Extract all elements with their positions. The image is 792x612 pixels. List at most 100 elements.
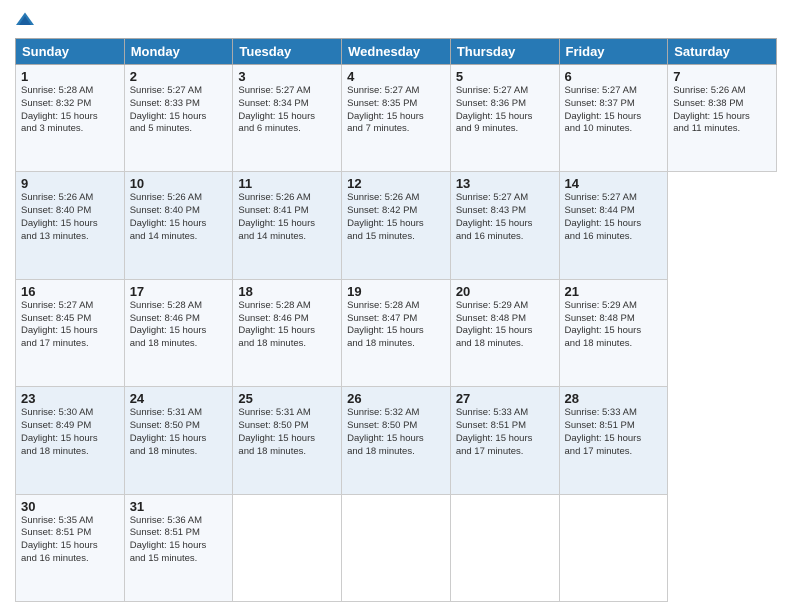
week-row-0: 1Sunrise: 5:28 AMSunset: 8:32 PMDaylight… <box>16 65 777 172</box>
day-cell: 10Sunrise: 5:26 AMSunset: 8:40 PMDayligh… <box>124 172 233 279</box>
day-cell: 19Sunrise: 5:28 AMSunset: 8:47 PMDayligh… <box>342 279 451 386</box>
day-number: 31 <box>130 499 228 514</box>
day-cell: 7Sunrise: 5:26 AMSunset: 8:38 PMDaylight… <box>668 65 777 172</box>
day-info: Sunrise: 5:29 AMSunset: 8:48 PMDaylight:… <box>565 300 663 351</box>
day-info: Sunrise: 5:27 AMSunset: 8:37 PMDaylight:… <box>565 85 663 136</box>
day-info: Sunrise: 5:27 AMSunset: 8:34 PMDaylight:… <box>238 85 336 136</box>
day-cell: 21Sunrise: 5:29 AMSunset: 8:48 PMDayligh… <box>559 279 668 386</box>
day-cell: 16Sunrise: 5:27 AMSunset: 8:45 PMDayligh… <box>16 279 125 386</box>
day-info: Sunrise: 5:36 AMSunset: 8:51 PMDaylight:… <box>130 515 228 566</box>
day-info: Sunrise: 5:28 AMSunset: 8:46 PMDaylight:… <box>238 300 336 351</box>
header-day-sunday: Sunday <box>16 39 125 65</box>
day-cell: 18Sunrise: 5:28 AMSunset: 8:46 PMDayligh… <box>233 279 342 386</box>
day-number: 27 <box>456 391 554 406</box>
day-number: 13 <box>456 176 554 191</box>
day-number: 16 <box>21 284 119 299</box>
header-day-thursday: Thursday <box>450 39 559 65</box>
day-info: Sunrise: 5:30 AMSunset: 8:49 PMDaylight:… <box>21 407 119 458</box>
day-cell: 2Sunrise: 5:27 AMSunset: 8:33 PMDaylight… <box>124 65 233 172</box>
day-info: Sunrise: 5:27 AMSunset: 8:33 PMDaylight:… <box>130 85 228 136</box>
day-info: Sunrise: 5:27 AMSunset: 8:44 PMDaylight:… <box>565 192 663 243</box>
day-cell: 24Sunrise: 5:31 AMSunset: 8:50 PMDayligh… <box>124 387 233 494</box>
day-number: 21 <box>565 284 663 299</box>
header-day-wednesday: Wednesday <box>342 39 451 65</box>
day-info: Sunrise: 5:33 AMSunset: 8:51 PMDaylight:… <box>565 407 663 458</box>
day-cell: 31Sunrise: 5:36 AMSunset: 8:51 PMDayligh… <box>124 494 233 601</box>
day-number: 17 <box>130 284 228 299</box>
day-info: Sunrise: 5:26 AMSunset: 8:40 PMDaylight:… <box>130 192 228 243</box>
header-day-saturday: Saturday <box>668 39 777 65</box>
day-cell: 3Sunrise: 5:27 AMSunset: 8:34 PMDaylight… <box>233 65 342 172</box>
day-info: Sunrise: 5:33 AMSunset: 8:51 PMDaylight:… <box>456 407 554 458</box>
day-number: 12 <box>347 176 445 191</box>
day-cell: 12Sunrise: 5:26 AMSunset: 8:42 PMDayligh… <box>342 172 451 279</box>
day-number: 24 <box>130 391 228 406</box>
day-info: Sunrise: 5:31 AMSunset: 8:50 PMDaylight:… <box>238 407 336 458</box>
week-row-1: 9Sunrise: 5:26 AMSunset: 8:40 PMDaylight… <box>16 172 777 279</box>
page: SundayMondayTuesdayWednesdayThursdayFrid… <box>0 0 792 612</box>
week-row-3: 23Sunrise: 5:30 AMSunset: 8:49 PMDayligh… <box>16 387 777 494</box>
day-cell: 5Sunrise: 5:27 AMSunset: 8:36 PMDaylight… <box>450 65 559 172</box>
header-row: SundayMondayTuesdayWednesdayThursdayFrid… <box>16 39 777 65</box>
day-cell: 30Sunrise: 5:35 AMSunset: 8:51 PMDayligh… <box>16 494 125 601</box>
day-number: 25 <box>238 391 336 406</box>
day-number: 14 <box>565 176 663 191</box>
day-number: 10 <box>130 176 228 191</box>
header-day-tuesday: Tuesday <box>233 39 342 65</box>
day-info: Sunrise: 5:29 AMSunset: 8:48 PMDaylight:… <box>456 300 554 351</box>
day-cell: 6Sunrise: 5:27 AMSunset: 8:37 PMDaylight… <box>559 65 668 172</box>
day-number: 6 <box>565 69 663 84</box>
day-cell <box>342 494 451 601</box>
day-number: 1 <box>21 69 119 84</box>
week-row-4: 30Sunrise: 5:35 AMSunset: 8:51 PMDayligh… <box>16 494 777 601</box>
header-day-monday: Monday <box>124 39 233 65</box>
day-cell: 13Sunrise: 5:27 AMSunset: 8:43 PMDayligh… <box>450 172 559 279</box>
calendar-table: SundayMondayTuesdayWednesdayThursdayFrid… <box>15 38 777 602</box>
day-info: Sunrise: 5:26 AMSunset: 8:40 PMDaylight:… <box>21 192 119 243</box>
day-number: 11 <box>238 176 336 191</box>
day-info: Sunrise: 5:26 AMSunset: 8:38 PMDaylight:… <box>673 85 771 136</box>
logo-icon <box>15 10 35 30</box>
day-number: 30 <box>21 499 119 514</box>
day-info: Sunrise: 5:27 AMSunset: 8:45 PMDaylight:… <box>21 300 119 351</box>
day-number: 7 <box>673 69 771 84</box>
day-cell <box>450 494 559 601</box>
day-number: 9 <box>21 176 119 191</box>
day-cell: 26Sunrise: 5:32 AMSunset: 8:50 PMDayligh… <box>342 387 451 494</box>
day-number: 3 <box>238 69 336 84</box>
day-cell: 9Sunrise: 5:26 AMSunset: 8:40 PMDaylight… <box>16 172 125 279</box>
day-number: 2 <box>130 69 228 84</box>
day-info: Sunrise: 5:35 AMSunset: 8:51 PMDaylight:… <box>21 515 119 566</box>
day-info: Sunrise: 5:27 AMSunset: 8:35 PMDaylight:… <box>347 85 445 136</box>
day-cell <box>559 494 668 601</box>
day-cell: 27Sunrise: 5:33 AMSunset: 8:51 PMDayligh… <box>450 387 559 494</box>
week-row-2: 16Sunrise: 5:27 AMSunset: 8:45 PMDayligh… <box>16 279 777 386</box>
day-number: 5 <box>456 69 554 84</box>
day-number: 28 <box>565 391 663 406</box>
day-info: Sunrise: 5:27 AMSunset: 8:36 PMDaylight:… <box>456 85 554 136</box>
day-info: Sunrise: 5:27 AMSunset: 8:43 PMDaylight:… <box>456 192 554 243</box>
day-info: Sunrise: 5:28 AMSunset: 8:47 PMDaylight:… <box>347 300 445 351</box>
day-cell <box>233 494 342 601</box>
day-number: 20 <box>456 284 554 299</box>
day-number: 23 <box>21 391 119 406</box>
day-number: 4 <box>347 69 445 84</box>
day-info: Sunrise: 5:28 AMSunset: 8:32 PMDaylight:… <box>21 85 119 136</box>
day-info: Sunrise: 5:26 AMSunset: 8:41 PMDaylight:… <box>238 192 336 243</box>
day-cell: 17Sunrise: 5:28 AMSunset: 8:46 PMDayligh… <box>124 279 233 386</box>
day-cell: 23Sunrise: 5:30 AMSunset: 8:49 PMDayligh… <box>16 387 125 494</box>
day-cell: 1Sunrise: 5:28 AMSunset: 8:32 PMDaylight… <box>16 65 125 172</box>
header-day-friday: Friday <box>559 39 668 65</box>
day-cell: 28Sunrise: 5:33 AMSunset: 8:51 PMDayligh… <box>559 387 668 494</box>
day-number: 18 <box>238 284 336 299</box>
day-info: Sunrise: 5:28 AMSunset: 8:46 PMDaylight:… <box>130 300 228 351</box>
day-cell: 20Sunrise: 5:29 AMSunset: 8:48 PMDayligh… <box>450 279 559 386</box>
day-cell: 25Sunrise: 5:31 AMSunset: 8:50 PMDayligh… <box>233 387 342 494</box>
day-cell: 4Sunrise: 5:27 AMSunset: 8:35 PMDaylight… <box>342 65 451 172</box>
day-number: 19 <box>347 284 445 299</box>
day-info: Sunrise: 5:32 AMSunset: 8:50 PMDaylight:… <box>347 407 445 458</box>
day-number: 26 <box>347 391 445 406</box>
day-info: Sunrise: 5:31 AMSunset: 8:50 PMDaylight:… <box>130 407 228 458</box>
day-cell: 11Sunrise: 5:26 AMSunset: 8:41 PMDayligh… <box>233 172 342 279</box>
day-info: Sunrise: 5:26 AMSunset: 8:42 PMDaylight:… <box>347 192 445 243</box>
